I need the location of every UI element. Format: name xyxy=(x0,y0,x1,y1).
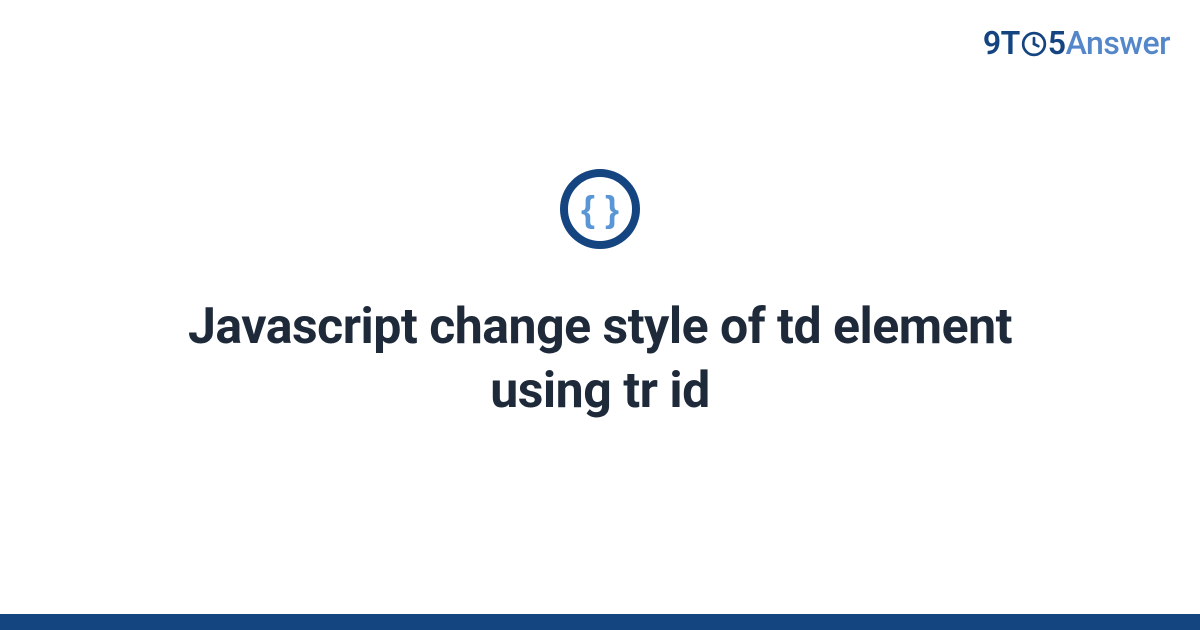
svg-text:{ }: { } xyxy=(581,189,619,230)
page-title: Javascript change style of td element us… xyxy=(150,295,1050,423)
footer-accent-bar xyxy=(0,614,1200,630)
category-braces-icon: { } xyxy=(558,167,642,251)
main-content: { } Javascript change style of td elemen… xyxy=(0,0,1200,630)
